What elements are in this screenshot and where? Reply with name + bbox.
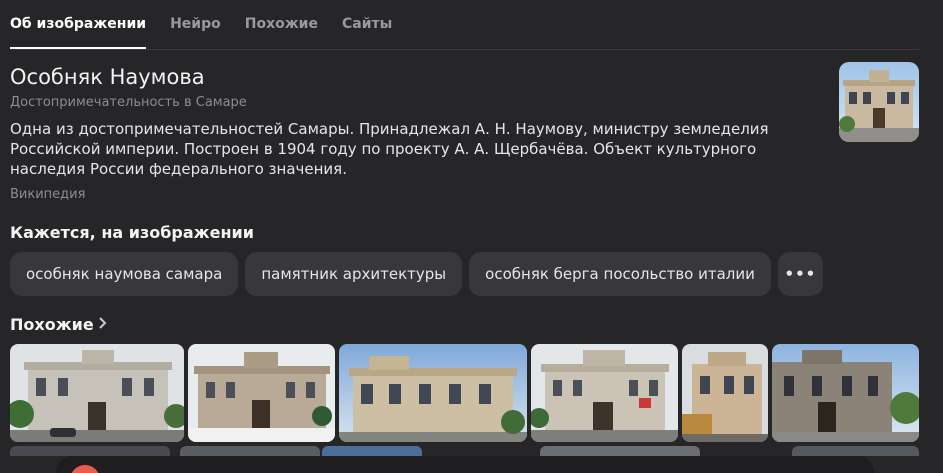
chip-berg-mansion[interactable]: особняк берга посольство италии [469, 252, 771, 296]
entity-description: Одна из достопримечательностей Самары. П… [10, 120, 769, 178]
similar-image[interactable] [540, 446, 700, 456]
similar-image[interactable] [682, 344, 768, 442]
tabs-bar: Об изображении Нейро Похожие Сайты [10, 0, 416, 49]
similar-link[interactable]: Похожие [10, 315, 108, 334]
similar-image[interactable] [10, 446, 170, 456]
tab-neuro[interactable]: Нейро [170, 0, 221, 49]
chip-architecture-monument[interactable]: памятник архитектуры [245, 252, 463, 296]
similar-heading: Похожие [10, 315, 94, 334]
seems-heading: Кажется, на изображении [10, 223, 254, 242]
entity-thumbnail[interactable] [839, 62, 919, 142]
tab-sites[interactable]: Сайты [342, 0, 392, 49]
similar-image[interactable] [188, 344, 335, 442]
entity-source-link[interactable]: Википедия [10, 187, 85, 202]
tab-about-image[interactable]: Об изображении [10, 0, 147, 49]
similar-image[interactable] [772, 344, 919, 442]
chevron-right-icon [98, 315, 108, 334]
entity-title: Особняк Наумова [10, 65, 205, 89]
similar-image[interactable] [792, 446, 919, 456]
similar-image[interactable] [531, 344, 678, 442]
similar-image[interactable] [180, 446, 320, 456]
tab-similar[interactable]: Похожие [245, 0, 318, 49]
entity-subtitle: Достопримечательность в Самаре [10, 95, 247, 110]
more-chips-button[interactable]: ••• [777, 252, 823, 296]
next-row-images [10, 446, 919, 456]
chip-naumov-mansion[interactable]: особняк наумова самара [10, 252, 239, 296]
similar-image[interactable] [339, 344, 527, 442]
similar-image[interactable] [10, 344, 184, 442]
bottom-search-bar[interactable] [56, 456, 874, 473]
similar-image[interactable] [322, 446, 422, 456]
seems-chips: особняк наумова самара памятник архитект… [10, 252, 823, 296]
tabs-divider [10, 49, 919, 50]
